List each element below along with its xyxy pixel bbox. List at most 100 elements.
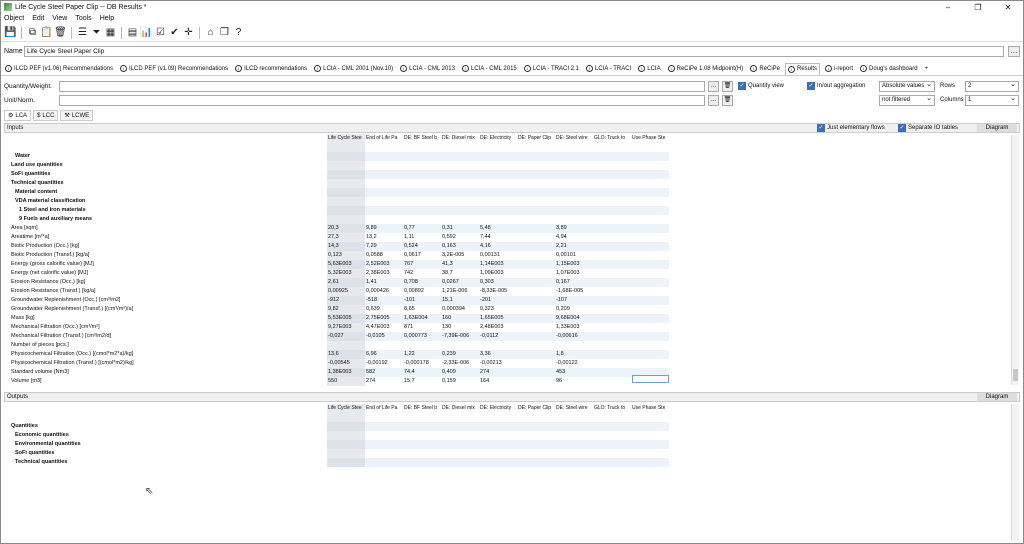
column-header[interactable]: Life Cycle Stee: [327, 134, 365, 143]
table-cell[interactable]: [327, 431, 365, 440]
table-cell[interactable]: [593, 413, 631, 422]
table-row[interactable]: Technical quantities: [11, 179, 669, 188]
clipboard-check-icon[interactable]: ☑: [154, 26, 167, 39]
tab-lcia-cml-2001-nov-10[interactable]: i LCIA - CML 2001 (Nov.10): [312, 63, 395, 75]
table-cell[interactable]: [555, 170, 593, 179]
table-cell[interactable]: [365, 197, 403, 206]
table-cell[interactable]: [479, 188, 517, 197]
table-cell[interactable]: [631, 215, 669, 224]
table-cell[interactable]: [517, 152, 555, 161]
table-row[interactable]: VDA material classification: [11, 197, 669, 206]
table-cell[interactable]: 164: [479, 377, 517, 386]
table-cell[interactable]: [555, 206, 593, 215]
table-cell[interactable]: [631, 161, 669, 170]
table-cell[interactable]: 38,7: [441, 269, 479, 278]
menu-help[interactable]: Help: [100, 15, 114, 22]
table-row[interactable]: Groundwater Replenishment (Transf.) [(cm…: [11, 305, 669, 314]
table-cell[interactable]: [555, 449, 593, 458]
target-icon[interactable]: ✛: [182, 26, 195, 39]
table-cell[interactable]: [593, 449, 631, 458]
table-cell[interactable]: [517, 269, 555, 278]
table-cell[interactable]: [517, 260, 555, 269]
table-row[interactable]: Quantities: [11, 422, 669, 431]
table-cell[interactable]: [441, 179, 479, 188]
unitnorm-browse-button[interactable]: ...: [708, 95, 719, 106]
add-tab-button[interactable]: +: [923, 63, 931, 75]
table-cell[interactable]: [403, 440, 441, 449]
tab-lca[interactable]: ⚙ LCA: [4, 110, 32, 121]
table-cell[interactable]: 5,48: [479, 224, 517, 233]
table-cell[interactable]: [517, 215, 555, 224]
outputs-diagram-button[interactable]: Diagram: [977, 393, 1017, 401]
table-cell[interactable]: [441, 440, 479, 449]
table-cell[interactable]: 3,2E-005: [441, 251, 479, 260]
table-row[interactable]: SoFi quantities: [11, 170, 669, 179]
table-cell[interactable]: [631, 413, 669, 422]
table-cell[interactable]: [479, 206, 517, 215]
table-cell[interactable]: 0,592: [441, 233, 479, 242]
tab-ilcd-pef-v1-09-recommendations[interactable]: i ILCD PEF (v1.09) Recommendations: [118, 63, 230, 75]
table-cell[interactable]: 0,239: [441, 350, 479, 359]
table-cell[interactable]: [479, 143, 517, 152]
table-cell[interactable]: 13,6: [327, 350, 365, 359]
table-cell[interactable]: [593, 260, 631, 269]
table-cell[interactable]: [327, 179, 365, 188]
table-cell[interactable]: [631, 278, 669, 287]
rows-select[interactable]: 2: [965, 80, 1019, 92]
table-cell[interactable]: 6,96: [365, 350, 403, 359]
table-cell[interactable]: [517, 458, 555, 467]
table-cell[interactable]: [327, 449, 365, 458]
table-cell[interactable]: [555, 161, 593, 170]
column-header[interactable]: End of Life Pa: [365, 134, 403, 143]
selected-cell[interactable]: [632, 375, 669, 383]
table-cell[interactable]: [517, 143, 555, 152]
table-row[interactable]: Number of pieces [pcs.]: [11, 341, 669, 350]
table-cell[interactable]: [631, 440, 669, 449]
menu-edit[interactable]: Edit: [32, 15, 44, 22]
table-cell[interactable]: [365, 431, 403, 440]
just-elementary-checkbox[interactable]: ✓ Just elementary flows: [817, 124, 885, 132]
table-cell[interactable]: [403, 197, 441, 206]
table-cell[interactable]: 14,3: [327, 242, 365, 251]
table-cell[interactable]: [593, 323, 631, 332]
table-cell[interactable]: [365, 206, 403, 215]
table-cell[interactable]: 3,36: [479, 350, 517, 359]
table-cell[interactable]: [555, 440, 593, 449]
quantity-browse-button[interactable]: ...: [708, 81, 719, 92]
minimize-button[interactable]: –: [933, 3, 963, 12]
table-cell[interactable]: -0,027: [327, 332, 365, 341]
separate-io-checkbox[interactable]: ✓ Separate IO tables: [898, 124, 958, 132]
table-cell[interactable]: 9,68E004: [555, 314, 593, 323]
table-cell[interactable]: [555, 188, 593, 197]
maximize-button[interactable]: ❐: [963, 3, 993, 12]
table-cell[interactable]: 0,0588: [365, 251, 403, 260]
table-cell[interactable]: [517, 377, 555, 386]
table-cell[interactable]: [403, 341, 441, 350]
table-cell[interactable]: [517, 413, 555, 422]
table-cell[interactable]: -0,00122: [555, 359, 593, 368]
table-cell[interactable]: [631, 188, 669, 197]
table-cell[interactable]: 15,7: [403, 377, 441, 386]
table-cell[interactable]: [631, 323, 669, 332]
table-row[interactable]: 9 Fuels and auxiliary means: [11, 215, 669, 224]
outputs-scrollbar[interactable]: [1011, 404, 1019, 541]
table-cell[interactable]: [631, 332, 669, 341]
table-cell[interactable]: [365, 413, 403, 422]
table-cell[interactable]: [631, 305, 669, 314]
table-cell[interactable]: [517, 242, 555, 251]
tab-results[interactable]: i Results: [785, 62, 821, 75]
table-cell[interactable]: [517, 233, 555, 242]
table-cell[interactable]: [365, 422, 403, 431]
table-cell[interactable]: [479, 197, 517, 206]
table-cell[interactable]: [517, 188, 555, 197]
table-cell[interactable]: 2,61: [327, 278, 365, 287]
table-cell[interactable]: [593, 206, 631, 215]
table-cell[interactable]: [365, 152, 403, 161]
table-cell[interactable]: [517, 422, 555, 431]
table-cell[interactable]: [593, 332, 631, 341]
table-row[interactable]: Technical quantities: [11, 458, 669, 467]
home-icon[interactable]: ⌂: [204, 26, 217, 39]
table-cell[interactable]: [441, 170, 479, 179]
value-mode-select[interactable]: Absolute values: [879, 80, 935, 92]
close-button[interactable]: ✕: [993, 3, 1023, 12]
